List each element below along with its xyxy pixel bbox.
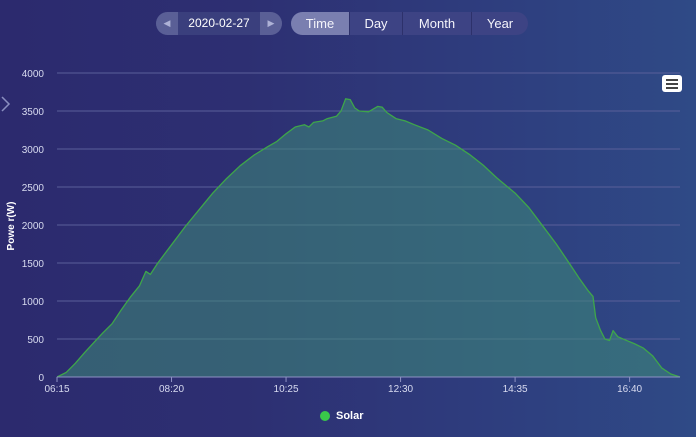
legend-marker [320,411,330,421]
y-tick-label: 3000 [22,145,45,156]
y-tick-label: 2500 [22,183,45,194]
legend-item-solar[interactable]: Solar [320,409,364,423]
y-tick-label: 4000 [22,69,45,80]
series-area-solar [57,98,680,378]
y-tick-label: 0 [38,373,44,384]
y-tick-label: 1500 [22,259,45,270]
y-axis-label: Powe r(W) [6,202,17,251]
power-chart: 0 500 1000 1500 2000 2500 3000 3500 4000 06:15 08:… [6,69,681,395]
x-tick-label: 10:25 [274,384,299,395]
x-tick-label: 16:40 [617,384,642,395]
x-tick-label: 08:20 [159,384,184,395]
y-tick-label: 2000 [22,221,45,232]
x-tick-label: 06:15 [44,384,69,395]
x-tick-label: 14:35 [503,384,528,395]
legend-label: Solar [336,410,364,422]
y-tick-label: 1000 [22,297,45,308]
x-tick-label: 12:30 [388,384,413,395]
y-tick-label: 3500 [22,107,45,118]
y-tick-label: 500 [27,335,44,346]
